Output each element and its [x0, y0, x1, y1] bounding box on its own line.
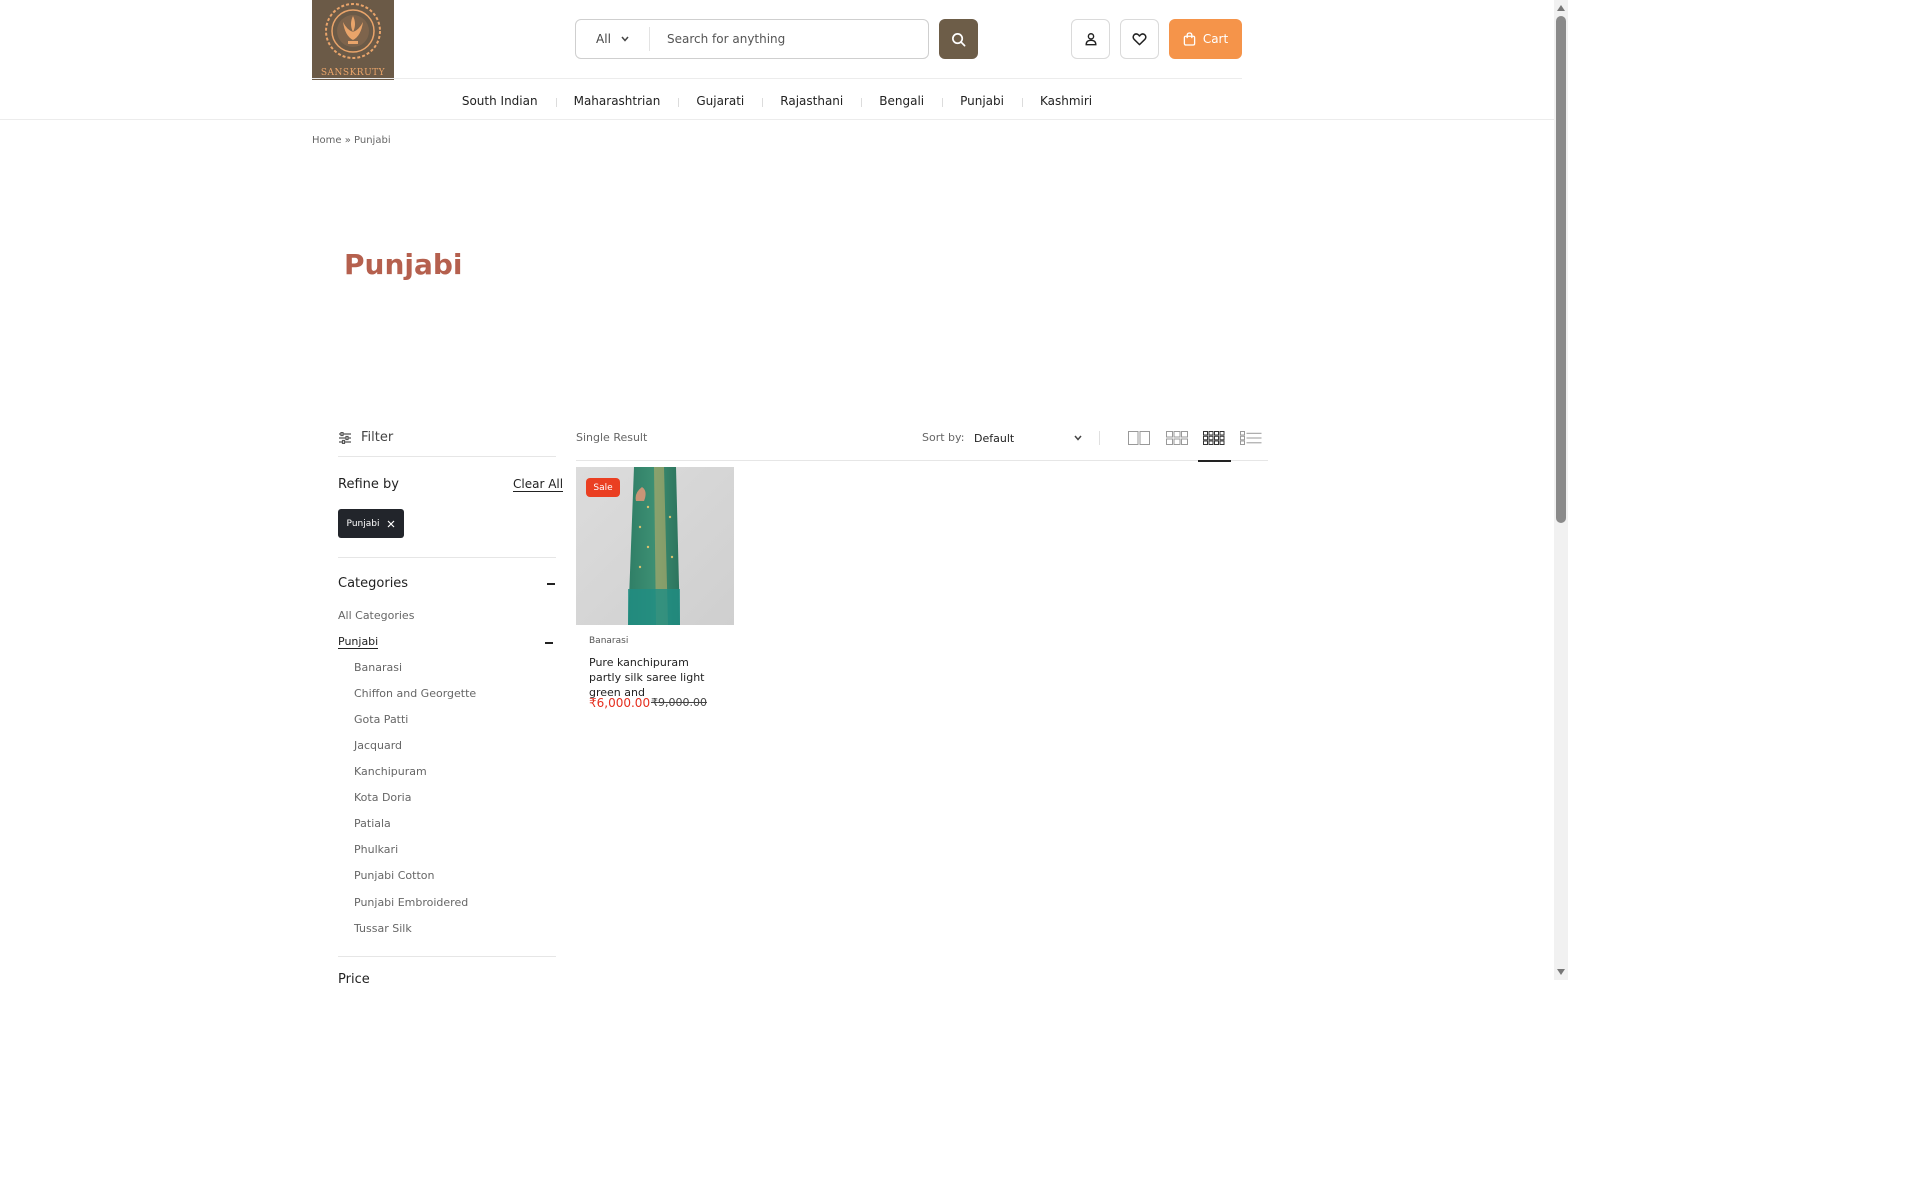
- active-filter-chip[interactable]: Punjabi: [338, 509, 404, 538]
- search-category-value: All: [596, 32, 611, 46]
- categories-title: Categories: [338, 576, 409, 591]
- close-icon: [388, 520, 395, 527]
- nav-item-gujarati[interactable]: Gujarati: [678, 94, 762, 108]
- search-input[interactable]: [650, 32, 928, 46]
- search-bar: All: [575, 19, 929, 59]
- toolbar-divider: [576, 460, 1268, 461]
- heart-icon: [1132, 33, 1147, 46]
- price-section-title[interactable]: Price: [338, 972, 370, 987]
- filter-toggle[interactable]: Filter: [338, 430, 393, 445]
- refine-title: Refine by: [338, 477, 399, 492]
- list-icon: [1240, 431, 1262, 445]
- sort-label: Sort by:: [922, 431, 965, 444]
- sidebar-divider: [338, 557, 556, 558]
- product-title[interactable]: Pure kanchipuram partly silk saree light…: [589, 655, 723, 700]
- brand-logo[interactable]: SANSKRUTY: [312, 0, 394, 80]
- caret-down-icon: [1557, 969, 1565, 975]
- cart-button[interactable]: Cart: [1169, 19, 1242, 59]
- view-list-button[interactable]: [1239, 429, 1263, 447]
- scroll-down-arrow[interactable]: [1556, 967, 1566, 977]
- category-chiffon-georgette[interactable]: Chiffon and Georgette: [354, 687, 476, 700]
- scroll-up-arrow[interactable]: [1556, 3, 1566, 13]
- category-banarasi[interactable]: Banarasi: [354, 661, 402, 674]
- view-grid-3-button[interactable]: [1165, 429, 1189, 447]
- clear-all-link[interactable]: Clear All: [513, 477, 564, 492]
- result-count: Single Result: [576, 431, 648, 444]
- sidebar-divider: [338, 956, 556, 957]
- product-price: ₹6,000.00: [589, 696, 651, 710]
- chevron-down-icon: [1074, 435, 1082, 441]
- grid-2-icon: [1128, 431, 1150, 445]
- category-patiala[interactable]: Patiala: [354, 817, 391, 830]
- breadcrumb-current: Punjabi: [354, 135, 391, 146]
- category-all[interactable]: All Categories: [338, 609, 414, 622]
- category-kanchipuram[interactable]: Kanchipuram: [354, 765, 427, 778]
- sidebar-divider: [338, 456, 556, 457]
- lotus-emblem-icon: [325, 3, 381, 59]
- grid-3-icon: [1166, 431, 1188, 445]
- nav-item-bengali[interactable]: Bengali: [861, 94, 942, 108]
- product-old-price: ₹9,000.00: [651, 696, 707, 709]
- caret-up-icon: [1557, 5, 1565, 11]
- nav-item-maharashtrian[interactable]: Maharashtrian: [555, 94, 679, 108]
- collapse-punjabi-icon[interactable]: [545, 642, 553, 644]
- nav-divider: [0, 119, 1554, 120]
- cart-label: Cart: [1202, 32, 1229, 46]
- nav-item-south-indian[interactable]: South Indian: [444, 94, 556, 108]
- view-grid-4-button[interactable]: [1202, 429, 1226, 447]
- active-filter-label: Punjabi: [346, 518, 380, 529]
- category-phulkari[interactable]: Phulkari: [354, 843, 398, 856]
- account-button[interactable]: [1071, 19, 1110, 59]
- user-icon: [1084, 33, 1097, 46]
- breadcrumb-home[interactable]: Home: [312, 135, 342, 146]
- product-category[interactable]: Banarasi: [589, 636, 628, 646]
- category-punjabi-embroidered[interactable]: Punjabi Embroidered: [354, 896, 468, 909]
- filter-label: Filter: [361, 430, 394, 445]
- view-grid-2-button[interactable]: [1127, 429, 1151, 447]
- sort-select[interactable]: Default: [974, 429, 1082, 447]
- nav-item-rajasthani[interactable]: Rajasthani: [762, 94, 861, 108]
- category-tussar-silk[interactable]: Tussar Silk: [354, 922, 412, 935]
- sliders-icon: [339, 431, 351, 444]
- wishlist-button[interactable]: [1120, 19, 1159, 59]
- page-title: Punjabi: [344, 248, 463, 281]
- nav-item-punjabi[interactable]: Punjabi: [942, 94, 1022, 108]
- collapse-categories-icon[interactable]: [547, 583, 555, 585]
- sort-value: Default: [974, 431, 1015, 445]
- search-category-select[interactable]: All: [576, 27, 650, 51]
- shopping-bag-icon: [1183, 32, 1196, 46]
- view-separator: [1099, 431, 1100, 445]
- header-divider: [312, 78, 1242, 79]
- main-nav: South Indian Maharashtrian Gujarati Raja…: [0, 84, 1554, 118]
- category-kota-doria[interactable]: Kota Doria: [354, 791, 411, 804]
- breadcrumb-separator: »: [344, 135, 351, 146]
- category-punjabi[interactable]: Punjabi: [338, 635, 379, 649]
- grid-4-icon: [1203, 431, 1225, 445]
- category-punjabi-cotton[interactable]: Punjabi Cotton: [354, 869, 434, 882]
- chevron-down-icon: [621, 36, 629, 42]
- sale-badge: Sale: [586, 478, 620, 497]
- breadcrumb: Home » Punjabi: [312, 135, 391, 146]
- brand-name: SANSKRUTY: [320, 68, 386, 78]
- search-icon: [952, 32, 966, 46]
- category-jacquard[interactable]: Jacquard: [354, 739, 402, 752]
- active-view-indicator: [1198, 460, 1231, 462]
- search-button[interactable]: [939, 19, 978, 59]
- scrollbar-thumb[interactable]: [1556, 16, 1566, 523]
- category-gota-patti[interactable]: Gota Patti: [354, 713, 408, 726]
- nav-item-kashmiri[interactable]: Kashmiri: [1021, 94, 1110, 108]
